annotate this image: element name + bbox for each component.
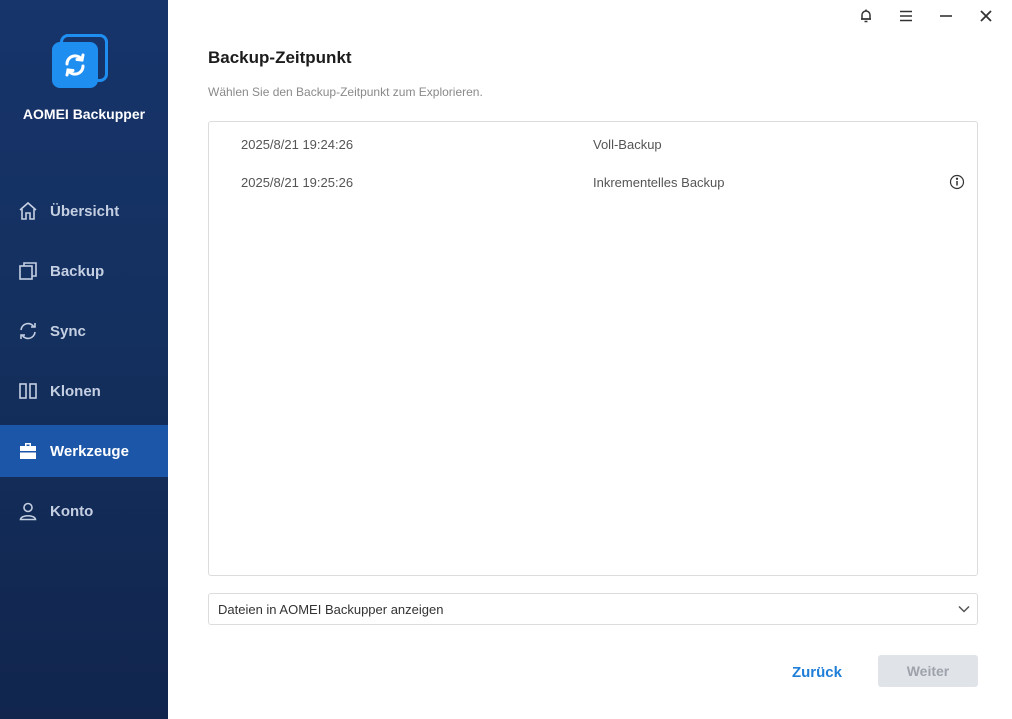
menu-button[interactable]: [886, 5, 926, 27]
minimize-button[interactable]: [926, 5, 966, 27]
sidebar-item-label: Klonen: [50, 382, 101, 400]
bell-icon: [861, 9, 871, 23]
close-icon: [980, 10, 992, 22]
backup-type: Voll-Backup: [593, 136, 662, 152]
info-icon[interactable]: [949, 174, 965, 190]
window-controls: [846, 5, 1006, 27]
sidebar-item-label: Übersicht: [50, 202, 120, 220]
sidebar-item-overview[interactable]: Übersicht: [0, 185, 168, 237]
backup-icon: [18, 261, 38, 281]
notifications-button[interactable]: [846, 5, 886, 27]
sync-icon: [18, 321, 38, 341]
minimize-icon: [940, 15, 952, 17]
page-subtitle: Wählen Sie den Backup-Zeitpunkt zum Expl…: [208, 85, 483, 99]
view-mode-dropdown[interactable]: Dateien in AOMEI Backupper anzeigen: [208, 593, 978, 625]
next-button[interactable]: Weiter: [878, 655, 978, 687]
backup-time: 2025/8/21 19:25:26: [241, 174, 354, 190]
chevron-down-icon: [958, 605, 970, 613]
clone-icon: [18, 381, 38, 401]
sidebar-item-label: Backup: [50, 262, 105, 280]
app-logo-area: AOMEI Backupper: [0, 34, 168, 124]
sidebar-item-label: Sync: [50, 322, 86, 340]
aomei-logo-icon: [52, 34, 110, 92]
home-icon: [18, 201, 38, 221]
backup-point-list: 2025/8/21 19:24:26 Voll-Backup 2025/8/21…: [208, 121, 978, 576]
user-icon: [18, 501, 38, 521]
page-title: Backup-Zeitpunkt: [208, 48, 352, 67]
backup-point-row[interactable]: 2025/8/21 19:25:26 Inkrementelles Backup: [209, 163, 977, 201]
sidebar-item-clone[interactable]: Klonen: [0, 365, 168, 417]
app-name: AOMEI Backupper: [22, 106, 146, 122]
sidebar-item-backup[interactable]: Backup: [0, 245, 168, 297]
close-button[interactable]: [966, 5, 1006, 27]
sidebar-item-label: Konto: [50, 502, 94, 520]
backup-time: 2025/8/21 19:24:26: [241, 136, 354, 152]
sidebar-item-tools[interactable]: Werkzeuge: [0, 425, 168, 477]
dropdown-selected-value: Dateien in AOMEI Backupper anzeigen: [218, 601, 444, 617]
sidebar: AOMEI Backupper Übersicht Backup Sync Kl…: [0, 0, 168, 719]
toolbox-icon: [18, 441, 38, 461]
backup-point-row[interactable]: 2025/8/21 19:24:26 Voll-Backup: [209, 125, 977, 163]
menu-icon: [900, 10, 912, 22]
sidebar-item-account[interactable]: Konto: [0, 485, 168, 537]
sidebar-item-label: Werkzeuge: [50, 442, 129, 460]
sidebar-item-sync[interactable]: Sync: [0, 305, 168, 357]
sidebar-nav: Übersicht Backup Sync Klonen Werkzeuge K…: [0, 185, 168, 545]
back-button[interactable]: Zurück: [772, 656, 862, 688]
backup-type: Inkrementelles Backup: [593, 174, 725, 190]
